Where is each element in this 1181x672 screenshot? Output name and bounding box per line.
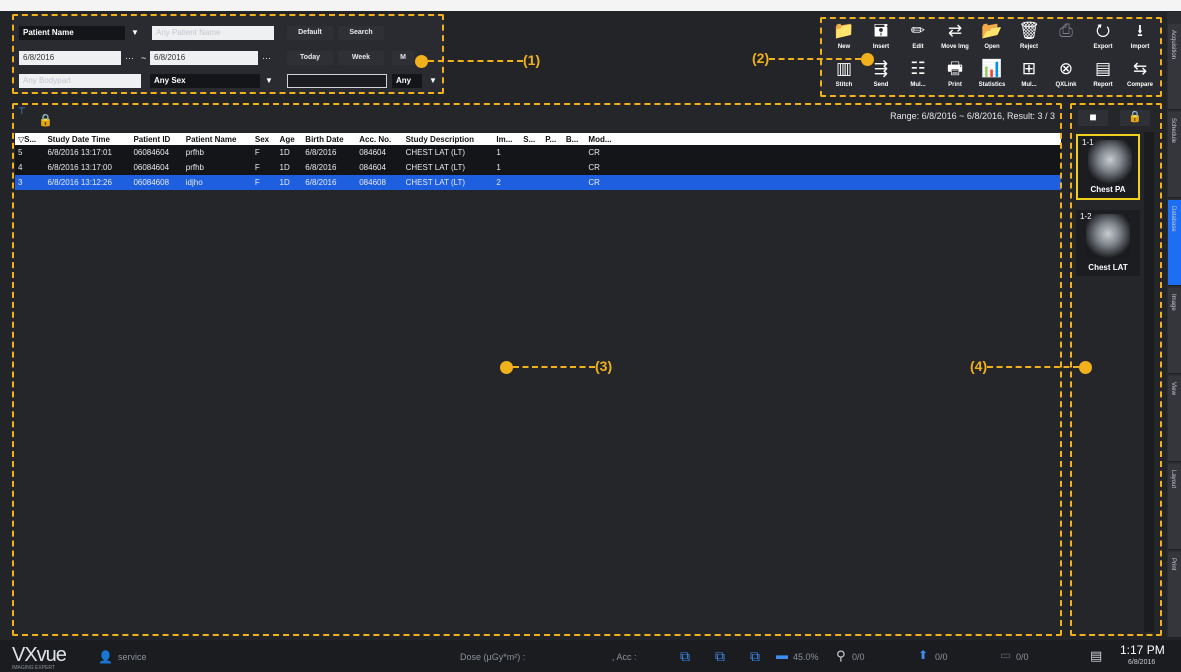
user-name: service (118, 652, 147, 662)
disk-icon: ▬ (776, 648, 788, 662)
callout-label-1: (1) (415, 52, 540, 68)
callout-label-3: (3) (500, 358, 612, 374)
right-tab-2[interactable]: Database (1168, 200, 1181, 286)
user-icon: 👤 (98, 650, 113, 664)
right-tab-5[interactable]: Layout (1168, 464, 1181, 550)
callout-dot-icon (861, 52, 875, 66)
upload-icon: ⬆ (918, 648, 929, 662)
disk-usage: 45.0% (793, 652, 819, 662)
application-window: Patient Name ▼ Any Patient Name Default … (0, 0, 1181, 672)
right-tab-label: Image (1170, 294, 1176, 311)
right-tab-3[interactable]: Image (1168, 288, 1181, 374)
right-tab-label: Layout (1170, 470, 1176, 489)
callout-label-2: (2) (752, 50, 875, 66)
print-queue-icon: ▭ (1000, 648, 1012, 662)
clock-time: 1:17 PM (1120, 643, 1165, 657)
right-tab-label: View (1170, 382, 1176, 395)
usb-count: 0/0 (852, 652, 865, 662)
usb-icon: ⚲ (836, 648, 846, 663)
right-tab-6[interactable]: Print (1168, 552, 1181, 638)
upload-count: 0/0 (935, 652, 948, 662)
callout-line (987, 366, 1080, 369)
right-tab-4[interactable]: View (1168, 376, 1181, 462)
brand-subtitle: IMAGING EXPERT (12, 665, 55, 671)
title-strip (0, 0, 1181, 11)
dose-text: Dose (µGy*m²) : (460, 652, 526, 662)
right-tab-0[interactable]: Acquisition (1168, 24, 1181, 110)
acc-text: , Acc : (612, 652, 637, 662)
callout-label-4: (4) (970, 358, 1093, 374)
callout-dot-icon (415, 54, 428, 68)
monitor-3-icon[interactable]: ⧉ (750, 648, 760, 665)
right-tab-label: Print (1170, 558, 1176, 571)
right-tab-label: Acquisition (1170, 30, 1176, 60)
callout-line (513, 366, 595, 369)
right-tab-label: Database (1170, 206, 1176, 232)
callout-region-1 (12, 14, 444, 94)
callout-dot-icon (1079, 360, 1093, 374)
callout-line (769, 58, 862, 61)
log-icon[interactable]: ▤ (1090, 648, 1102, 664)
callout-dot-icon (500, 360, 513, 374)
right-tab-label: Schedule (1170, 118, 1176, 144)
brand-logo: VXvue (12, 644, 67, 666)
callout-line (428, 60, 523, 63)
print-count: 0/0 (1016, 652, 1029, 662)
monitor-2-icon[interactable]: ⧉ (715, 648, 725, 665)
right-tab-1[interactable]: Schedule (1168, 112, 1181, 198)
clock-date: 6/8/2016 (1128, 659, 1156, 666)
monitor-1-icon[interactable]: ⧉ (680, 648, 690, 665)
